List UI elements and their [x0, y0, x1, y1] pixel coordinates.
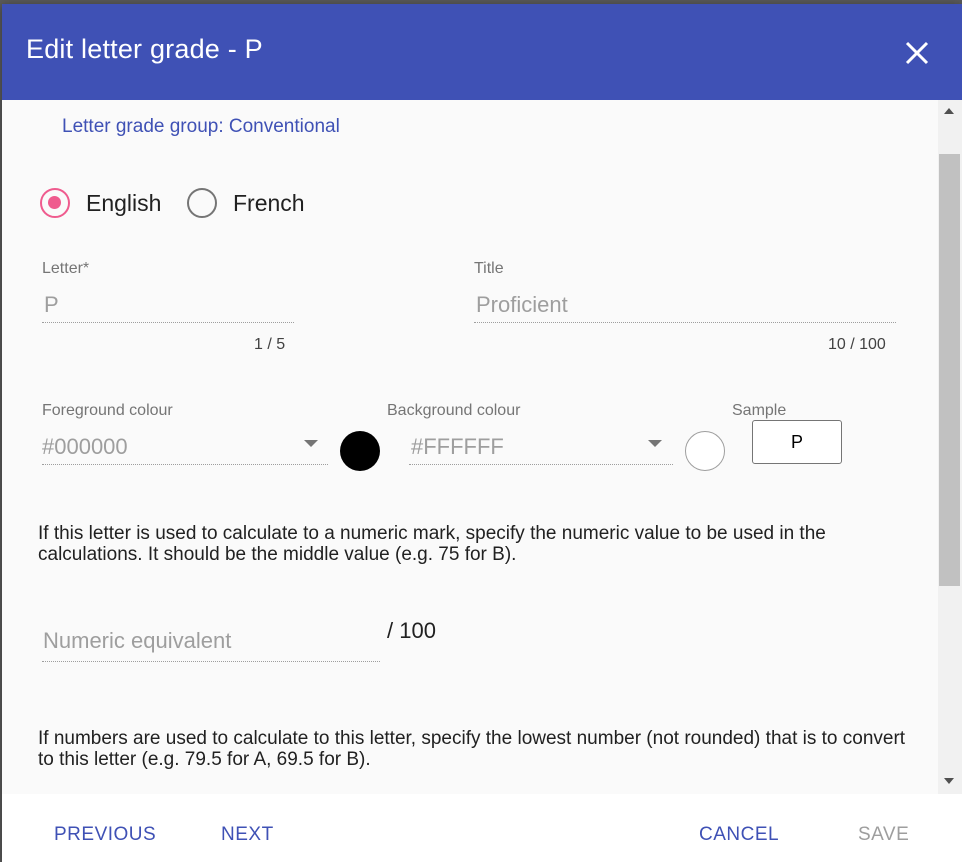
scrollbar[interactable]	[938, 100, 962, 794]
previous-button[interactable]: PREVIOUS	[54, 824, 156, 846]
numeric-suffix: / 100	[387, 618, 436, 643]
foreground-colour-label: Foreground colour	[42, 402, 173, 419]
letter-field-label: Letter*	[42, 260, 89, 278]
title-field-label: Title	[474, 260, 504, 277]
letter-label-text: Letter	[42, 260, 83, 277]
letter-input-underline	[42, 322, 294, 323]
dialog-header: Edit letter grade - P	[2, 4, 962, 100]
background-colour-select[interactable]: #FFFFFF	[411, 434, 504, 460]
next-button[interactable]: NEXT	[221, 824, 274, 846]
lowest-number-help-text: If numbers are used to calculate to this…	[38, 728, 906, 770]
save-button[interactable]: SAVE	[858, 824, 909, 846]
scroll-thumb[interactable]	[939, 154, 960, 586]
radio-french[interactable]: French	[187, 188, 305, 218]
numeric-help-text: If this letter is used to calculate to a…	[38, 523, 826, 565]
required-mark: *	[82, 260, 90, 277]
edit-letter-grade-dialog: Edit letter grade - P Letter grade group…	[2, 4, 962, 862]
dialog-body: Letter grade group: Conventional English…	[2, 100, 938, 794]
foreground-colour-swatch[interactable]	[340, 431, 380, 471]
close-icon[interactable]	[902, 38, 932, 68]
foreground-select-underline	[42, 464, 328, 465]
background-colour-label: Background colour	[387, 402, 521, 419]
letter-char-counter: 1 / 5	[254, 336, 286, 353]
background-chevron-down-icon[interactable]	[648, 440, 662, 447]
dialog-title: Edit letter grade - P	[26, 34, 263, 64]
numeric-equivalent-input[interactable]: Numeric equivalent	[43, 628, 231, 654]
sample-label: Sample	[732, 402, 787, 419]
background-select-underline	[409, 464, 673, 465]
letter-grade-group-label: Letter grade group: Conventional	[62, 116, 340, 137]
foreground-chevron-down-icon[interactable]	[304, 440, 318, 447]
letter-input[interactable]: P	[44, 292, 59, 318]
radio-unchecked-icon	[187, 188, 217, 218]
foreground-colour-select[interactable]: #000000	[42, 434, 128, 460]
radio-english-label: English	[86, 189, 162, 216]
dialog-footer: PREVIOUS NEXT CANCEL SAVE	[2, 794, 962, 862]
radio-french-label: French	[233, 189, 305, 216]
numeric-input-underline	[42, 661, 380, 662]
scroll-down-icon[interactable]	[944, 778, 954, 784]
title-char-counter: 10 / 100	[828, 336, 886, 353]
title-input-underline	[474, 322, 896, 323]
background-colour-swatch[interactable]	[685, 431, 725, 471]
scroll-up-icon[interactable]	[944, 108, 954, 114]
sample-preview: P	[752, 420, 842, 464]
radio-english[interactable]: English	[40, 188, 161, 218]
title-input[interactable]: Proficient	[476, 292, 568, 318]
radio-checked-icon	[40, 188, 70, 218]
cancel-button[interactable]: CANCEL	[699, 824, 779, 846]
